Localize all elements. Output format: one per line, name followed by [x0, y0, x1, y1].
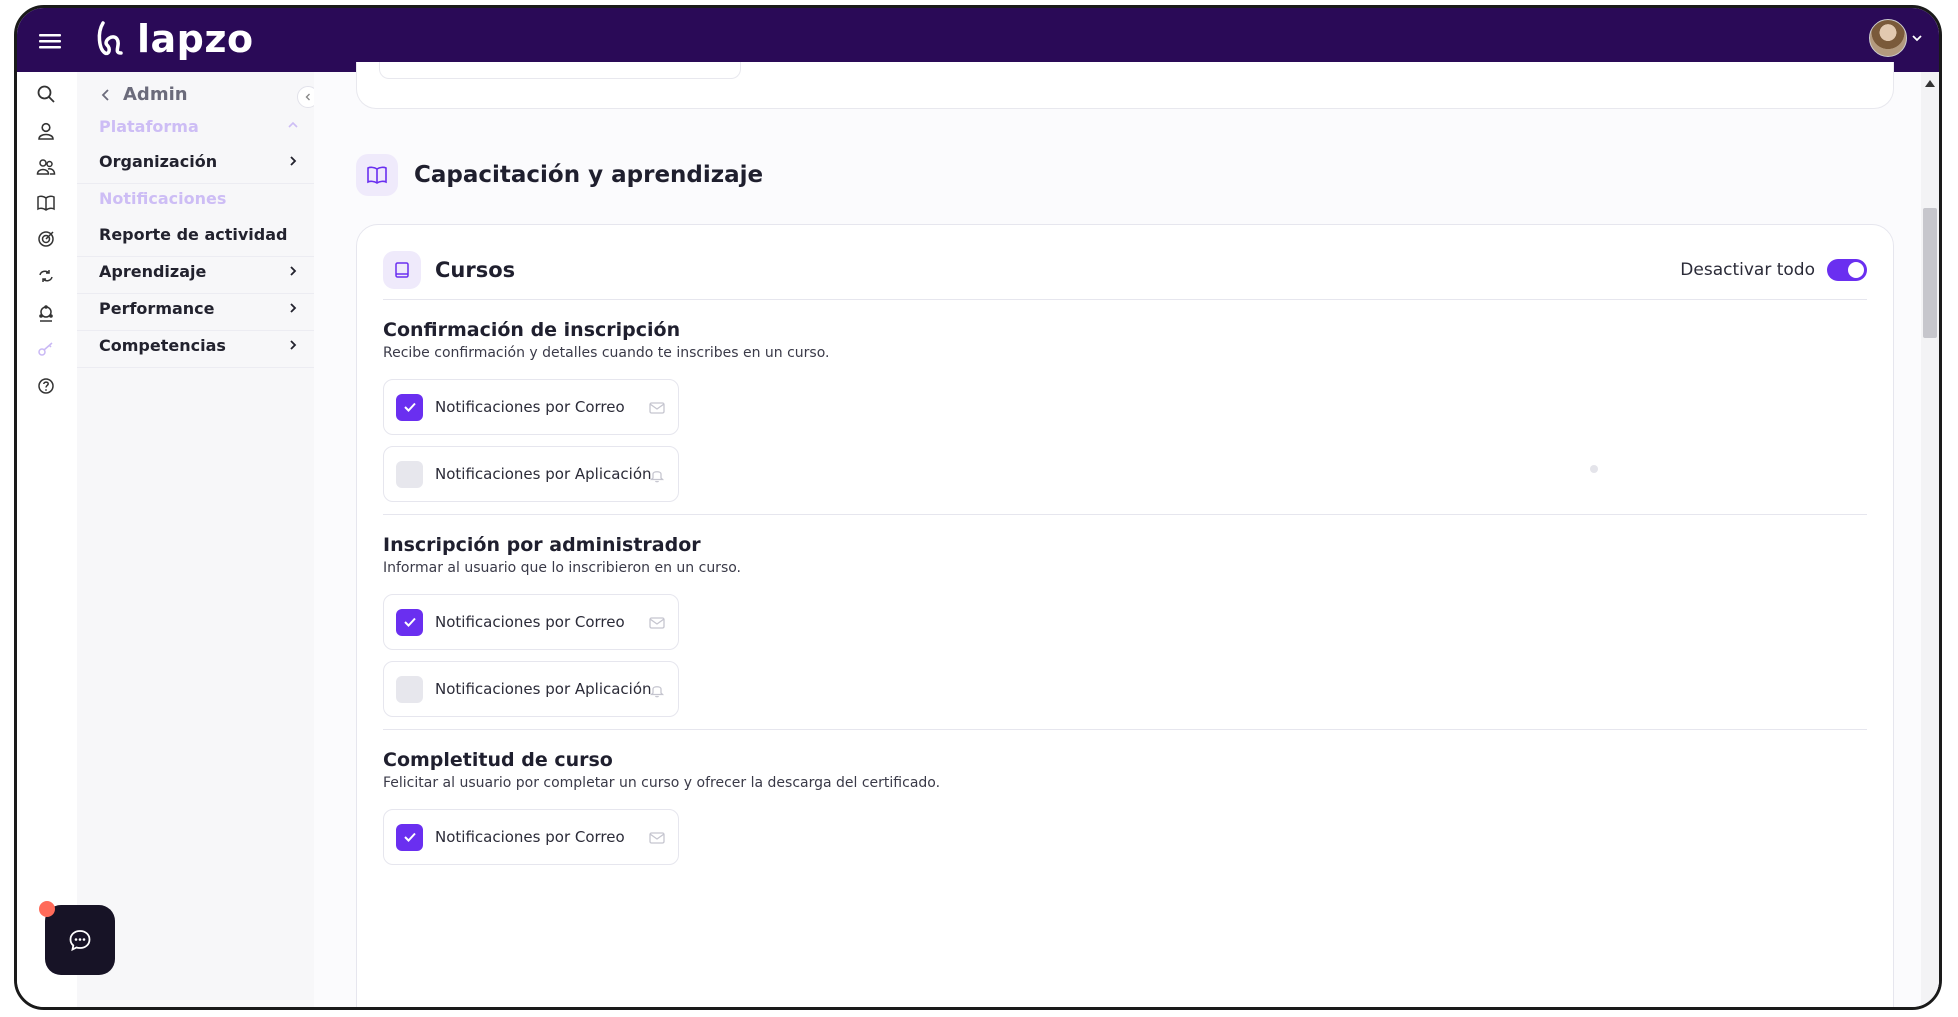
- option-label: Notificaciones por Aplicación: [435, 465, 652, 483]
- toggle-knob: [1848, 262, 1864, 278]
- lapzo-logo-icon: [97, 21, 123, 56]
- option-label: Notificaciones por Aplicación: [435, 680, 652, 698]
- decorative-dot: [1590, 465, 1598, 473]
- block-title: Completitud de curso: [383, 749, 613, 771]
- option-label: Notificaciones por Correo: [435, 613, 625, 631]
- menu-icon[interactable]: [33, 24, 67, 58]
- help-icon[interactable]: [32, 372, 60, 400]
- check-icon: [403, 617, 416, 627]
- nav-item-label: Organización: [99, 152, 218, 171]
- option-label: Notificaciones por Correo: [435, 828, 625, 846]
- option-email[interactable]: Notificaciones por Correo: [383, 809, 679, 865]
- section-title: Capacitación y aprendizaje: [414, 162, 764, 188]
- previous-section-card: [356, 62, 1894, 109]
- checkbox-checked[interactable]: [396, 823, 423, 851]
- nav-item-label: Performance: [99, 299, 215, 318]
- user-menu[interactable]: [1869, 19, 1923, 57]
- divider: [383, 299, 1867, 300]
- users-icon[interactable]: [32, 153, 60, 181]
- chevron-right-icon: [290, 340, 297, 350]
- search-icon[interactable]: [32, 80, 60, 108]
- chevron-left-icon: [101, 88, 109, 101]
- block-description: Informar al usuario que lo inscribieron …: [383, 560, 742, 576]
- scrollbar-thumb[interactable]: [1923, 208, 1937, 338]
- chevron-right-icon: [290, 266, 297, 276]
- nav-item-label: Aprendizaje: [99, 262, 207, 281]
- nav-item-competencias[interactable]: Competencias: [77, 324, 314, 368]
- main-content: Capacitación y aprendizaje Cursos Desact…: [314, 62, 1939, 1007]
- deactivate-all: Desactivar todo: [1680, 259, 1867, 281]
- divider: [383, 729, 1867, 730]
- brand-logo[interactable]: lapzo: [95, 16, 254, 62]
- cursos-card: Cursos Desactivar todo Confirmación de i…: [356, 224, 1894, 1007]
- chevron-left-icon: [305, 93, 310, 101]
- notification-dot: [39, 901, 55, 917]
- mail-icon: [649, 617, 665, 629]
- toggle-label: Desactivar todo: [1680, 260, 1815, 280]
- block-title: Confirmación de inscripción: [383, 319, 681, 341]
- back-label: Admin: [123, 84, 188, 105]
- option-app[interactable]: Notificaciones por Aplicación: [383, 661, 679, 717]
- scroll-up-arrow-icon[interactable]: [1925, 80, 1935, 87]
- key-icon[interactable]: [32, 335, 60, 363]
- book-open-icon: [356, 154, 398, 196]
- chevron-up-icon: [288, 121, 298, 128]
- nav-item-label: Notificaciones: [99, 188, 227, 208]
- scrollbar[interactable]: [1921, 72, 1939, 1007]
- check-icon: [403, 832, 416, 842]
- card-title: Cursos: [435, 258, 516, 282]
- checkbox-checked[interactable]: [396, 608, 423, 636]
- network-icon[interactable]: [32, 299, 60, 327]
- block-description: Felicitar al usuario por completar un cu…: [383, 775, 941, 791]
- refresh-icon[interactable]: [32, 262, 60, 290]
- option-email[interactable]: Notificaciones por Correo: [383, 379, 679, 435]
- option-label: Notificaciones por Correo: [435, 398, 625, 416]
- nav-item-label: Reporte de actividad: [99, 225, 288, 244]
- avatar[interactable]: [1869, 19, 1907, 57]
- target-icon[interactable]: [32, 225, 60, 253]
- brand-name: lapzo: [137, 17, 254, 61]
- chevron-right-icon: [290, 303, 297, 313]
- bell-icon: [649, 471, 665, 483]
- mail-icon: [649, 832, 665, 844]
- chat-button[interactable]: [45, 905, 115, 975]
- bell-icon: [649, 686, 665, 698]
- option-email[interactable]: Notificaciones por Correo: [383, 594, 679, 650]
- app-window: lapzo Admin Plataforma Organización Noti…: [14, 5, 1942, 1010]
- checkbox-unchecked[interactable]: [396, 675, 423, 703]
- section-header: Capacitación y aprendizaje: [356, 154, 763, 196]
- deactivate-all-toggle[interactable]: [1827, 259, 1867, 281]
- chat-icon: [69, 930, 91, 952]
- book-icon: [383, 251, 421, 289]
- checkbox-checked[interactable]: [396, 393, 423, 421]
- nav-item-label: Competencias: [99, 336, 226, 355]
- icon-rail: [17, 72, 77, 1007]
- mail-icon: [649, 402, 665, 414]
- block-description: Recibe confirmación y detalles cuando te…: [383, 345, 830, 361]
- checkbox-unchecked[interactable]: [396, 460, 423, 488]
- previous-option-box: [379, 62, 741, 79]
- check-icon: [403, 402, 416, 412]
- chevron-right-icon: [290, 156, 297, 166]
- back-to-admin[interactable]: Admin: [99, 84, 188, 105]
- block-title: Inscripción por administrador: [383, 534, 701, 556]
- admin-nav-panel: Admin Plataforma Organización Notificaci…: [77, 72, 319, 1007]
- card-header: Cursos: [383, 251, 515, 289]
- divider: [383, 514, 1867, 515]
- book-icon[interactable]: [32, 189, 60, 217]
- user-icon[interactable]: [32, 117, 60, 145]
- nav-item-label: Plataforma: [99, 116, 199, 136]
- chevron-down-icon: [1912, 35, 1922, 42]
- option-app[interactable]: Notificaciones por Aplicación: [383, 446, 679, 502]
